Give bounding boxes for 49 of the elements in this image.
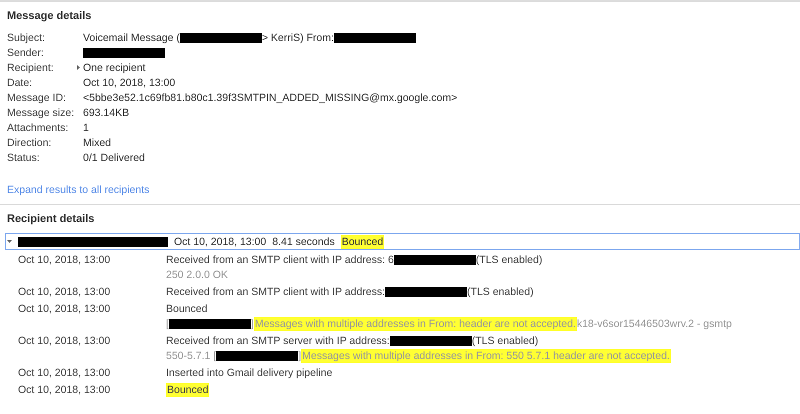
event-message: ]: [250, 318, 254, 330]
event-message: 250 2.0.0 OK: [166, 268, 228, 280]
event-message: ]: [298, 350, 302, 362]
event-message: k18-v6sor15446503wrv.2 - gsmtp: [576, 318, 732, 330]
event-time: Oct 10, 2018, 13:00: [18, 334, 112, 348]
event-message: (TLS enabled): [472, 334, 538, 346]
highlighted-text: Bounced: [166, 382, 210, 396]
field-value: > KerriS) From:: [262, 32, 334, 44]
expand-arrow-icon[interactable]: [76, 65, 81, 70]
event-time: Oct 10, 2018, 13:00: [18, 382, 112, 397]
collapse-arrow-icon[interactable]: [7, 239, 12, 244]
field-value: 0/1 Delivered: [83, 152, 145, 164]
field-label: Subject:: [7, 32, 45, 44]
field-value: 1: [83, 122, 89, 134]
event-time: Oct 10, 2018, 13:00: [18, 366, 112, 380]
field-value: <5bbe3e52.1c69fb81.b80c1.39f3SMTPIN_ADDED_MISSING@mx.google.com>: [83, 92, 458, 104]
event-message: Received from an SMTP client with IP address: 6: [166, 254, 394, 266]
section-title: Recipient details: [7, 213, 96, 225]
summary-text: Oct 10, 2018, 13:00: [174, 236, 266, 248]
field-label: Recipient:: [7, 62, 54, 74]
event-message: Bounced: [166, 302, 208, 314]
field-label: Attachments:: [7, 122, 68, 134]
highlighted-text: Bounced: [340, 234, 384, 248]
event-message: (TLS enabled): [467, 286, 534, 298]
summary-text: 8.41 seconds: [272, 236, 335, 248]
event-time: Oct 10, 2018, 13:00: [18, 284, 112, 299]
event-message: Received from an SMTP server with IP address:: [166, 334, 390, 346]
section-title: Message details: [7, 10, 92, 22]
highlighted-text: Messages with multiple addresses in From: header are not accepted.: [254, 316, 577, 330]
field-label: Direction:: [7, 136, 52, 148]
field-label: Sender:: [7, 46, 44, 58]
field-label: Message ID:: [7, 92, 66, 104]
event-time: Oct 10, 2018, 13:00: [18, 252, 112, 267]
field-value: One recipient: [83, 62, 146, 74]
highlighted-text: Messages with multiple addresses in From: 550 5.7.1 header are not accepted.: [301, 348, 671, 362]
field-value: Voicemail Message (: [83, 32, 180, 44]
field-label: Date:: [7, 76, 32, 88]
event-message: Received from an SMTP client with IP address:: [166, 286, 386, 298]
event-message: 550-5.7.1 [: [166, 350, 216, 362]
field-value: Mixed: [83, 136, 112, 148]
field-label: Status:: [7, 152, 40, 164]
event-message: Inserted into Gmail delivery pipeline: [166, 366, 332, 378]
event-time: Oct 10, 2018, 13:00: [18, 302, 112, 316]
field-value: Oct 10, 2018, 13:00: [83, 76, 176, 88]
event-message: [: [166, 318, 169, 330]
field-value: 693.14KB: [83, 106, 130, 118]
recipient-summary-row[interactable]: Oct 10, 2018, 13:00 8.41 seconds Bounced: [5, 233, 800, 250]
field-label: Message size:: [7, 106, 74, 118]
event-message: (TLS enabled): [476, 254, 542, 266]
